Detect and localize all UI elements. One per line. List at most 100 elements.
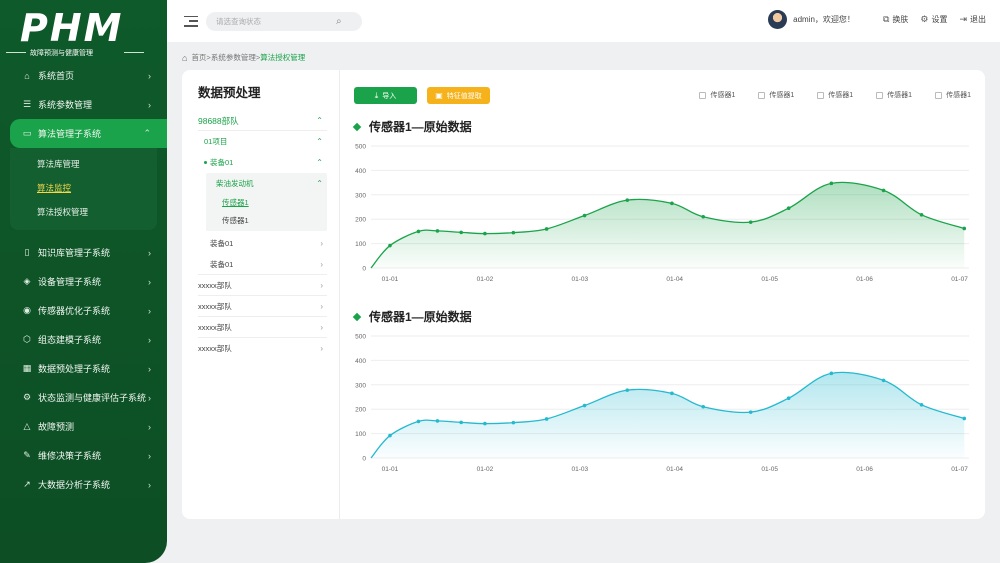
skin-icon: ⧉: [882, 14, 890, 24]
sensor-checkbox[interactable]: 传感器1: [758, 90, 794, 100]
data-point[interactable]: [511, 420, 516, 425]
chevron-up-icon: ⌃: [316, 116, 323, 125]
sensor-checkbox[interactable]: 传感器1: [935, 90, 971, 100]
submenu-item-library[interactable]: 算法库管理: [10, 152, 157, 176]
y-tick-label: 500: [355, 334, 366, 341]
x-tick-label: 01-06: [856, 466, 873, 473]
tree-node-label: xxxxx部队: [198, 322, 232, 332]
data-point[interactable]: [435, 419, 440, 423]
sidebar-item-label: 设备管理子系统: [38, 277, 102, 287]
sidebar-item-modeling[interactable]: ⬡ 组态建模子系统 ›: [0, 325, 167, 354]
sidebar-item-fault[interactable]: △ 故障预测 ›: [0, 412, 167, 441]
tree-node-sensor[interactable]: 传感器1: [206, 211, 327, 229]
avatar[interactable]: [768, 10, 788, 29]
feature-extract-button[interactable]: ▣ 特征值提取: [427, 87, 490, 104]
data-point[interactable]: [881, 188, 886, 193]
data-point[interactable]: [435, 229, 440, 233]
search-icon[interactable]: ⌕: [336, 16, 342, 27]
sidebar-item-label: 知识库管理子系统: [38, 248, 111, 258]
tree-node-engine[interactable]: 柴油发动机 ⌃: [206, 173, 327, 194]
tree-node-root[interactable]: 98688部队 ⌃: [198, 111, 327, 131]
data-point[interactable]: [919, 213, 924, 217]
y-tick-label: 0: [362, 266, 366, 273]
tree-node-unit[interactable]: xxxxx部队 ›: [198, 296, 327, 317]
data-point[interactable]: [416, 419, 421, 424]
tree-node-equip[interactable]: 装备01 ›: [198, 254, 327, 275]
data-point[interactable]: [388, 243, 392, 248]
sidebar-item-home[interactable]: ⌂ 系统首页 ›: [0, 61, 167, 90]
menu-toggle-icon[interactable]: [184, 15, 198, 27]
sidebar-item-maintenance[interactable]: ✎ 维修决策子系统 ›: [0, 441, 167, 470]
sensor-checkbox[interactable]: 传感器1: [876, 90, 912, 100]
sidebar-item-sensor[interactable]: ◉ 传感器优化子系统 ›: [0, 296, 167, 325]
sidebar-item-preprocess[interactable]: ▦ 数据预处理子系统 ›: [0, 354, 167, 383]
alert-icon: △: [23, 421, 31, 431]
data-point[interactable]: [748, 410, 753, 414]
data-point[interactable]: [511, 230, 516, 235]
data-point[interactable]: [786, 206, 791, 211]
data-point[interactable]: [483, 421, 487, 426]
chevron-right-icon: ›: [148, 247, 151, 258]
tree-node-unit[interactable]: xxxxx部队 ›: [198, 275, 327, 296]
chevron-right-icon: ›: [148, 99, 151, 110]
data-point[interactable]: [625, 198, 630, 202]
tree-node-unit[interactable]: xxxxx部队 ›: [198, 317, 327, 338]
sidebar-item-params[interactable]: ☰ 系统参数管理 ›: [0, 90, 167, 119]
sidebar-item-health[interactable]: ⚙ 状态监测与健康评估子系统 ›: [0, 383, 167, 412]
data-point[interactable]: [544, 417, 549, 421]
chart-title-text: 传感器1—原始数据: [369, 310, 472, 324]
tree-node-equip-open[interactable]: 装备01 ⌃: [198, 152, 327, 173]
sensor-checkbox[interactable]: 传感器1: [699, 90, 735, 100]
data-point[interactable]: [748, 220, 753, 224]
home-icon[interactable]: ⌂: [182, 53, 187, 63]
tree-node-sensor-selected[interactable]: 传感器1: [206, 194, 327, 211]
sidebar-item-bigdata[interactable]: ↗ 大数据分析子系统 ›: [0, 470, 167, 499]
chevron-right-icon: ›: [148, 276, 151, 287]
chevron-up-icon: ⌃: [316, 158, 323, 167]
data-point[interactable]: [670, 201, 674, 206]
data-point[interactable]: [459, 230, 463, 235]
grid-icon: ▦: [22, 363, 32, 373]
data-point[interactable]: [483, 231, 487, 236]
x-tick-label: 01-04: [666, 276, 683, 283]
data-point[interactable]: [829, 181, 834, 186]
data-point[interactable]: [670, 391, 674, 396]
tree-node-label: 98688部队: [198, 115, 239, 126]
tree-node-unit[interactable]: xxxxx部队 ›: [198, 338, 327, 359]
monitor-icon: ▭: [22, 128, 32, 138]
data-point[interactable]: [962, 226, 967, 231]
data-point[interactable]: [582, 403, 587, 408]
chart-svg: 0 100 200 300 400 500 01-01 01-02 01-03 01-04 01-0…: [355, 334, 969, 473]
settings-button[interactable]: ⚙ 设置: [920, 14, 947, 25]
submenu-item-monitor[interactable]: 算法监控: [10, 176, 157, 200]
sidebar-item-algorithm[interactable]: ▭ 算法管理子系统 ⌃: [10, 119, 167, 148]
import-button[interactable]: ⤓ 导入: [354, 87, 417, 104]
skin-button[interactable]: ⧉ 换肤: [883, 14, 908, 25]
data-point[interactable]: [416, 229, 421, 234]
y-tick-label: 200: [355, 407, 366, 414]
engine-group: 柴油发动机 ⌃ 传感器1 传感器1: [206, 173, 327, 231]
chart-2: 传感器1—原始数据 0 100 200 300 400 500 01-01 01-02 01-0…: [351, 308, 976, 503]
data-point[interactable]: [701, 404, 706, 409]
data-point[interactable]: [881, 378, 886, 383]
sidebar-item-knowledge[interactable]: ▯ 知识库管理子系统 ›: [0, 238, 167, 267]
tree-node-equip[interactable]: 装备01 ›: [198, 233, 327, 254]
sensor-checkbox[interactable]: 传感器1: [817, 90, 853, 100]
data-point[interactable]: [701, 214, 706, 219]
data-point[interactable]: [786, 396, 791, 401]
logout-button[interactable]: ⇥ 退出: [959, 14, 986, 25]
data-point[interactable]: [544, 227, 549, 231]
data-point[interactable]: [962, 416, 967, 421]
search-input[interactable]: [216, 16, 336, 26]
breadcrumb-path[interactable]: 首页>系统参数管理>: [191, 52, 260, 63]
data-point[interactable]: [919, 403, 924, 407]
submenu-item-authorization[interactable]: 算法授权管理: [10, 200, 157, 224]
data-point[interactable]: [829, 371, 834, 376]
document-icon: ▣: [435, 91, 443, 100]
tree-node-project[interactable]: 01项目 ⌃: [198, 131, 327, 152]
data-point[interactable]: [459, 420, 463, 425]
data-point[interactable]: [582, 213, 587, 218]
data-point[interactable]: [625, 388, 630, 392]
data-point[interactable]: [388, 433, 392, 438]
sidebar-item-device[interactable]: ◈ 设备管理子系统 ›: [0, 267, 167, 296]
